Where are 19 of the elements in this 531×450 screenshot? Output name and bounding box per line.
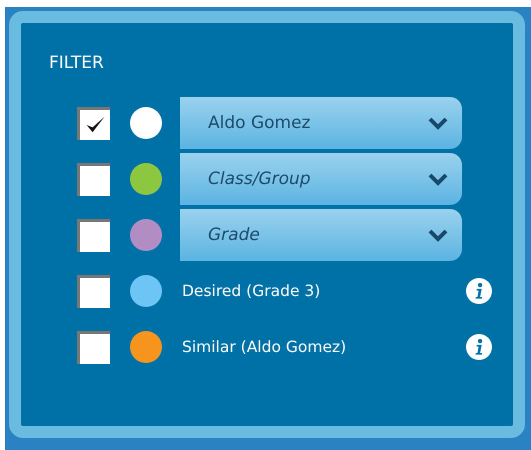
checkbox[interactable] <box>77 218 110 252</box>
filter-label: Desired (Grade 3) <box>182 282 322 300</box>
panel-title: FILTER <box>49 53 105 73</box>
checkbox[interactable] <box>77 106 110 140</box>
dropdown-value: Aldo Gomez <box>208 113 312 133</box>
dropdown-placeholder: Grade <box>208 225 261 245</box>
info-icon[interactable] <box>466 278 492 304</box>
filter-label: Similar (Aldo Gomez) <box>182 338 348 356</box>
dropdown[interactable]: Aldo Gomez <box>180 97 462 149</box>
dropdown[interactable]: Grade <box>180 209 462 261</box>
dropdown[interactable]: Class/Group <box>180 153 462 205</box>
checkbox[interactable] <box>77 330 110 364</box>
chevron-down-icon <box>428 172 448 186</box>
chevron-down-icon <box>428 116 448 130</box>
chevron-down-icon <box>428 228 448 242</box>
info-icon[interactable] <box>466 334 492 360</box>
dropdown-placeholder: Class/Group <box>208 169 312 189</box>
checkbox[interactable] <box>77 162 110 196</box>
checkbox[interactable] <box>77 274 110 308</box>
